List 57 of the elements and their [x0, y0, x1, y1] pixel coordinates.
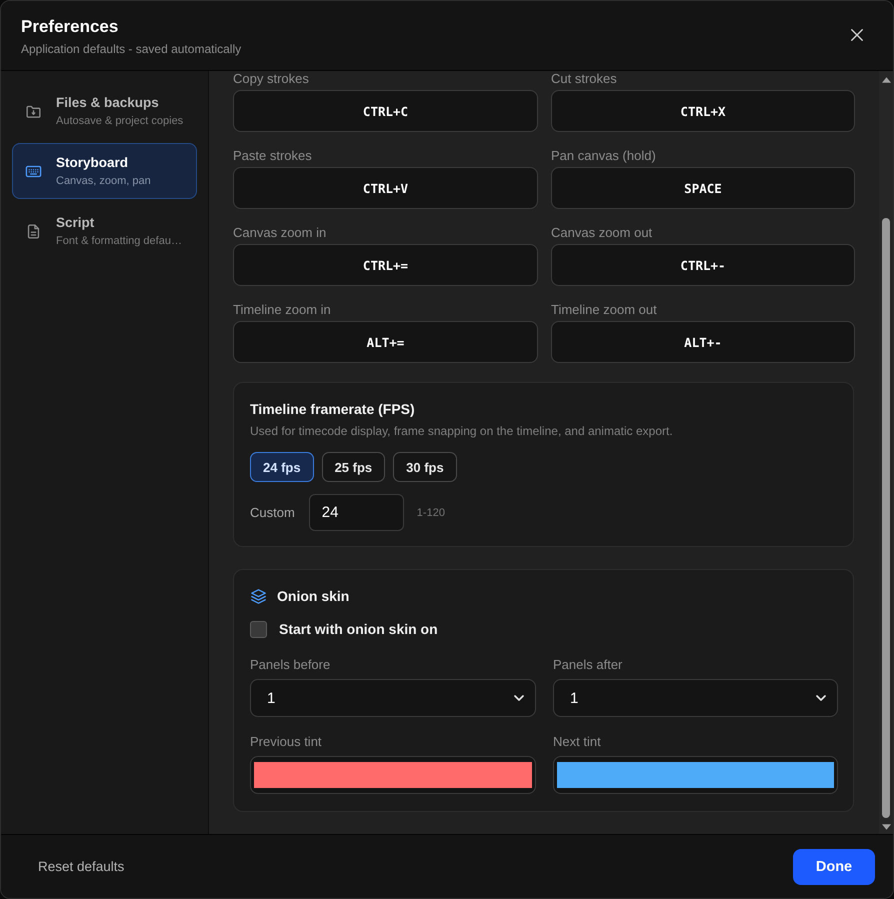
sidebar-item-subtitle: Canvas, zoom, pan: [56, 174, 151, 188]
sidebar-item-subtitle: Font & formatting defau…: [56, 234, 182, 248]
sidebar-item-title: Script: [56, 214, 96, 231]
framerate-option[interactable]: 24 fps: [250, 452, 314, 482]
shortcut-key-button[interactable]: CTRL+-: [551, 244, 855, 286]
shortcut-label: Copy strokes: [233, 71, 310, 86]
shortcut-key-button[interactable]: CTRL+=: [233, 244, 538, 286]
field-label: Next tint: [553, 734, 602, 750]
close-icon: [850, 28, 864, 42]
scrollbar-thumb[interactable]: [882, 218, 890, 818]
field-label: Previous tint: [250, 734, 323, 750]
sidebar-item-title: Files & backups: [56, 94, 160, 111]
panels-select[interactable]: 1: [250, 679, 536, 717]
shortcut-label: Pan canvas (hold): [551, 148, 657, 163]
scrollbar[interactable]: [879, 71, 893, 834]
shortcut-label: Cut strokes: [551, 71, 618, 86]
framerate-option[interactable]: 30 fps: [393, 452, 457, 482]
range-hint: 1-120: [416, 506, 445, 518]
shortcut-key-button[interactable]: CTRL+X: [551, 90, 855, 132]
checkbox[interactable]: [250, 620, 267, 638]
shortcut-label: Timeline zoom in: [233, 302, 332, 317]
sidebar-item[interactable]: Files & backups Autosave & project copies: [12, 83, 197, 139]
shortcut-label: Canvas zoom out: [551, 225, 654, 240]
sidebar-item[interactable]: Storyboard Canvas, zoom, pan: [12, 143, 197, 199]
shortcut-key-button[interactable]: CTRL+C: [233, 90, 538, 132]
sidebar-item[interactable]: Script Font & formatting defau…: [12, 203, 197, 259]
chevron-down-icon: [815, 692, 827, 704]
checkbox-label: Start with onion skin on: [279, 621, 438, 637]
section-title: Timeline framerate (FPS): [250, 400, 416, 418]
done-button[interactable]: Done: [793, 848, 875, 884]
field-label: Panels before: [250, 657, 332, 673]
sidebar-item-subtitle: Autosave & project copies: [56, 114, 184, 128]
section-title: Onion skin: [277, 587, 350, 605]
shortcut-key-button[interactable]: CTRL+V: [233, 167, 538, 209]
custom-fps-input[interactable]: 24: [308, 494, 404, 531]
chevron-down-icon: [513, 692, 525, 704]
custom-label: Custom: [250, 505, 295, 520]
dialog-title: Preferences: [21, 17, 120, 37]
framerate-option[interactable]: 25 fps: [322, 452, 386, 482]
scroll-down-icon[interactable]: [882, 824, 890, 830]
section-description: Used for timecode display, frame snapping on the timeline, and animatic export.: [250, 423, 674, 439]
shortcut-label: Paste strokes: [233, 148, 313, 163]
reset-defaults-button[interactable]: Reset defaults: [22, 851, 140, 882]
shortcut-key-button[interactable]: SPACE: [551, 167, 855, 209]
panels-select[interactable]: 1: [553, 679, 838, 717]
shortcut-label: Canvas zoom in: [233, 225, 328, 240]
shortcut-label: Timeline zoom out: [551, 302, 658, 317]
color-picker-field[interactable]: [250, 756, 536, 794]
shortcut-key-button[interactable]: ALT+=: [233, 321, 538, 363]
shortcut-key-button[interactable]: ALT+-: [551, 321, 855, 363]
layers-icon: [250, 588, 267, 604]
sidebar-item-title: Storyboard: [56, 154, 130, 171]
field-label: Panels after: [553, 657, 624, 673]
color-picker-field[interactable]: [553, 756, 838, 794]
document-icon: [25, 222, 42, 240]
scroll-up-icon[interactable]: [882, 77, 890, 83]
dialog-subtitle: Application defaults - saved automatically: [21, 42, 242, 56]
